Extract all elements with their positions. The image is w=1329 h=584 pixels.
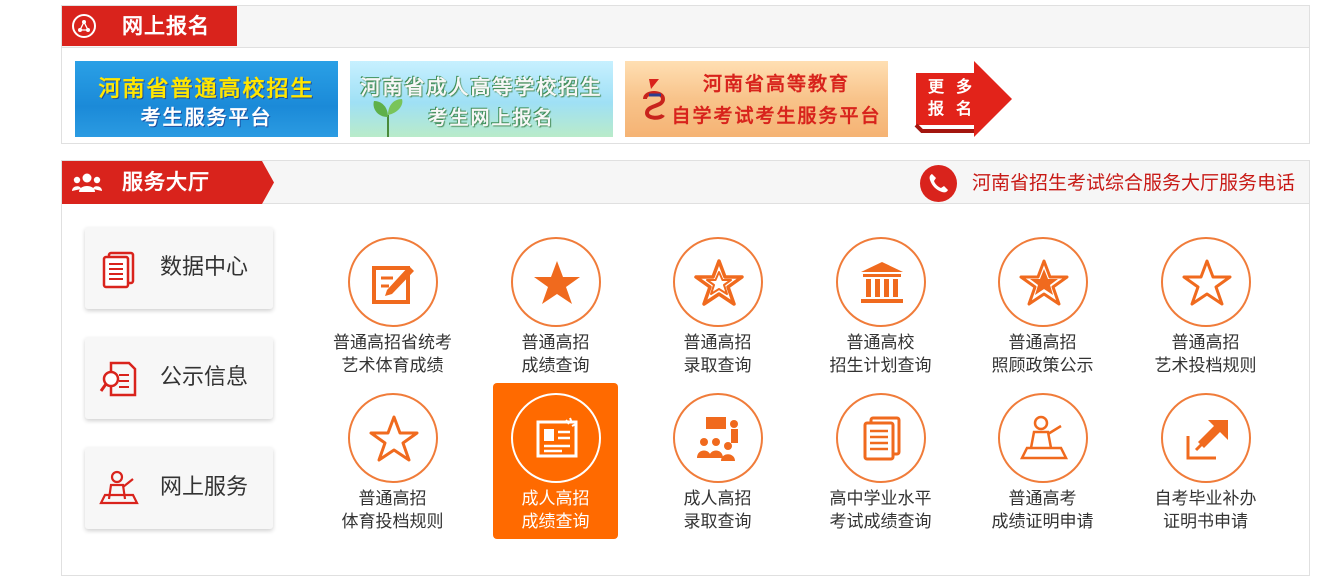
more-signup-button[interactable]: 更 多 报 名	[912, 61, 1014, 137]
service-label: 普通高招 照顾政策公示	[991, 333, 1094, 376]
service-ring	[1161, 237, 1251, 327]
service-ring	[348, 237, 438, 327]
star-solid-icon	[534, 261, 580, 304]
building-icon	[861, 262, 903, 303]
service-hall-title: 服务大厅	[122, 170, 210, 194]
service-general-admission-query[interactable]: 普通高招 录取查询	[655, 227, 780, 383]
star-double-icon	[694, 259, 744, 306]
data-center-button[interactable]: 数据中心	[85, 227, 273, 309]
banner-line: 河南省普通高校招生	[98, 77, 315, 102]
online-service-button[interactable]: 网上服务	[85, 447, 273, 529]
service-preferential-policy[interactable]: 普通高招 照顾政策公示	[980, 227, 1105, 383]
service-phone-label: 河南省招生考试综合服务大厅服务电话	[972, 172, 1296, 194]
service-ring	[348, 393, 438, 483]
document-icon	[102, 251, 135, 289]
service-adult-score-query[interactable]: 成人高招 成绩查询	[493, 383, 618, 539]
service-hall-tag: 服务大厅	[62, 161, 274, 204]
public-notice-button[interactable]: 公示信息	[85, 337, 273, 419]
service-ring	[998, 393, 1088, 483]
certificate-icon	[536, 417, 578, 458]
online-service-label: 网上服务	[160, 475, 249, 500]
service-general-score-query[interactable]: 普通高招 成绩查询	[493, 227, 618, 383]
service-label: 普通高招省统考 艺术体育成绩	[333, 333, 452, 376]
service-hall-panel: 服务大厅 河南省招生考试综合服务大厅服务电话 数据中心 公示信息 网上服务 普通…	[61, 160, 1310, 576]
star-filled-outline-icon	[1019, 259, 1069, 306]
service-art-admission-rules[interactable]: 普通高招 艺术投档规则	[1143, 227, 1268, 383]
service-label: 自考毕业补办 证明书申请	[1154, 489, 1257, 532]
share-arrow-icon	[1186, 420, 1228, 460]
service-academic-level-score[interactable]: 高中学业水平 考试成绩查询	[818, 383, 943, 539]
service-label: 普通高校 招生计划查询	[829, 333, 932, 376]
more-text: 名	[956, 99, 973, 118]
phone-icon	[920, 165, 957, 202]
banner-adult-admission[interactable]: 河南省成人高等学校招生 考生网上报名	[350, 61, 613, 137]
banner-line: 河南省高等教育	[702, 73, 850, 95]
service-ring	[511, 393, 601, 483]
banner-line: 考生服务平台	[140, 105, 273, 129]
banner-general-admission[interactable]: 河南省普通高校招生 考生服务平台	[75, 61, 338, 137]
service-label: 普通高考 成绩证明申请	[991, 489, 1094, 532]
banner-line: 自学考试考生服务平台	[671, 105, 882, 127]
document-stack-icon	[863, 416, 901, 461]
more-text: 更	[928, 77, 945, 96]
data-center-label: 数据中心	[160, 255, 249, 280]
service-label: 成人高招 录取查询	[683, 489, 752, 532]
classroom-icon	[697, 417, 738, 461]
service-hall-header: 服务大厅 河南省招生考试综合服务大厅服务电话	[62, 161, 1309, 204]
online-signup-tag: 网上报名	[62, 6, 237, 46]
service-ring	[673, 237, 763, 327]
service-ring	[511, 237, 601, 327]
service-label: 普通高招 体育投档规则	[341, 489, 444, 532]
service-adult-admission-query[interactable]: 成人高招 录取查询	[655, 383, 780, 539]
inspect-document-icon	[99, 361, 137, 397]
service-label: 普通高招 录取查询	[683, 333, 752, 376]
banner-self-study-exam[interactable]: 河南省高等教育 自学考试考生服务平台	[625, 61, 888, 137]
star-outline-icon	[1182, 259, 1232, 306]
online-signup-title: 网上报名	[122, 14, 210, 38]
service-graduation-certificate-reissue[interactable]: 自考毕业补办 证明书申请	[1143, 383, 1268, 539]
presenter-icon	[99, 470, 139, 505]
service-enrollment-plan-query[interactable]: 普通高校 招生计划查询	[818, 227, 943, 383]
star-outline-icon	[369, 415, 419, 462]
banner-line: 河南省成人高等学校招生	[360, 75, 603, 99]
service-ring	[673, 393, 763, 483]
service-ring	[1161, 393, 1251, 483]
more-text: 报	[928, 99, 945, 118]
service-sport-admission-rules[interactable]: 普通高招 体育投档规则	[330, 383, 455, 539]
service-label: 高中学业水平 考试成绩查询	[829, 489, 932, 532]
edit-icon	[372, 266, 414, 304]
service-ring	[998, 237, 1088, 327]
service-label: 成人高招 成绩查询	[521, 489, 590, 532]
service-ring	[836, 237, 926, 327]
users-icon	[72, 173, 102, 192]
network-icon	[72, 14, 96, 38]
service-art-sport-score[interactable]: 普通高招省统考 艺术体育成绩	[330, 227, 455, 383]
online-signup-panel: 网上报名 河南省普通高校招生 考生服务平台 河南省成人高等学校招生 考生网上报名…	[61, 5, 1310, 144]
service-label: 普通高招 成绩查询	[521, 333, 590, 376]
more-text: 多	[956, 77, 973, 96]
banner-line: 考生网上报名	[428, 107, 555, 129]
public-notice-label: 公示信息	[160, 365, 249, 390]
online-signup-header: 网上报名	[62, 6, 1309, 48]
service-ring	[836, 393, 926, 483]
service-label: 普通高招 艺术投档规则	[1154, 333, 1257, 376]
presenter-icon	[1019, 415, 1069, 460]
service-score-certificate-apply[interactable]: 普通高考 成绩证明申请	[980, 383, 1105, 539]
